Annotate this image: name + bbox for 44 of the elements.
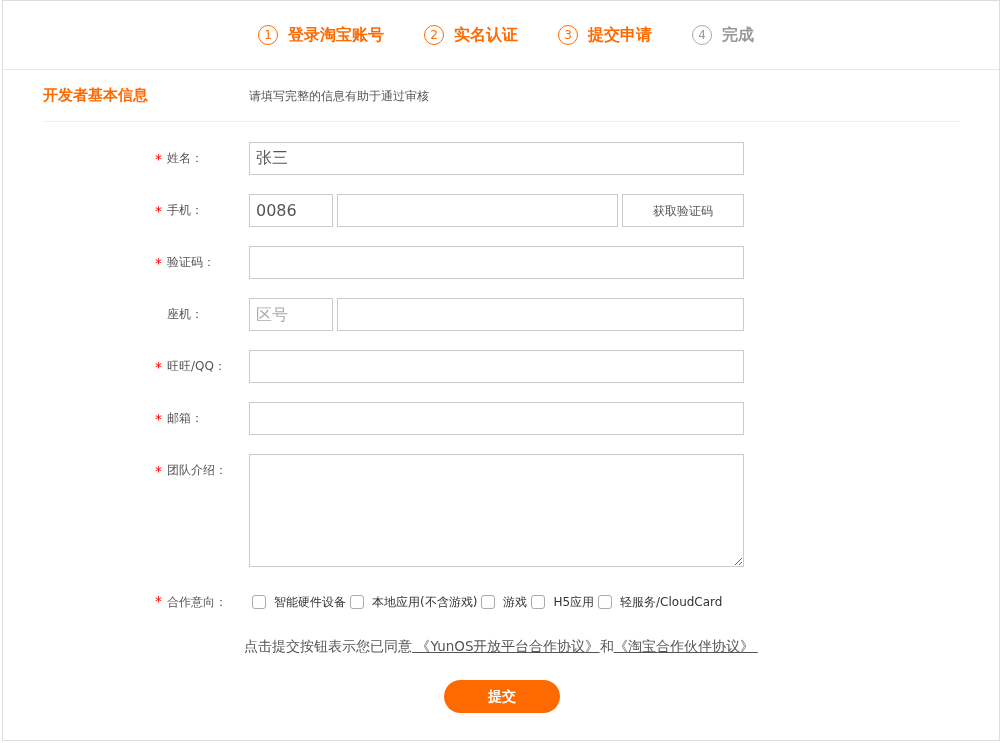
step-label: 提交申请 [588,24,652,46]
required-asterisk: * [155,202,163,221]
get-code-button[interactable]: 获取验证码 [622,194,744,227]
landline-field[interactable] [337,298,744,331]
agreement-link[interactable]: 《淘宝合作伙伴协议》 [613,638,758,654]
section-hint: 请填写完整的信息有助于通过审核 [249,87,429,105]
text-field[interactable]: 张三 [249,142,744,175]
field-label: 手机： [167,202,203,219]
text-field[interactable] [249,402,744,435]
checkbox[interactable] [350,594,364,609]
field-label: 姓名： [167,150,203,167]
field-label: 旺旺/QQ： [167,358,226,375]
text-field[interactable] [249,350,744,383]
checkbox[interactable] [252,594,266,609]
agreement-link[interactable]: 《YunOS开放平台合作协议》 [412,638,600,654]
field-label: 团队介绍： [167,462,227,479]
step-label: 完成 [722,24,754,46]
required-asterisk: * [155,150,163,169]
phone-field[interactable] [337,194,618,227]
step-label: 登录淘宝账号 [288,24,384,46]
checkbox-label[interactable]: 轻服务/CloudCard [620,592,723,611]
country-code-field[interactable]: 0086 [249,194,333,227]
required-asterisk: * [155,462,163,481]
field-label: 验证码： [167,254,215,271]
checkbox[interactable] [531,594,546,609]
field-label: 座机： [167,306,203,323]
required-asterisk: * [155,410,163,429]
area-code-field[interactable]: 区号 [249,298,333,331]
field-label: 邮箱： [167,410,203,427]
checkbox-label[interactable]: 智能硬件设备 [274,592,346,611]
field-label: 合作意向： [167,593,227,611]
section-title: 开发者基本信息 [43,85,149,107]
text-field[interactable] [249,246,744,279]
step-label: 实名认证 [454,24,518,46]
required-asterisk: * [155,254,163,273]
checkbox-label[interactable]: H5应用 [553,592,595,611]
required-asterisk: * [155,358,163,377]
required-asterisk: * [155,592,163,611]
checkbox-label[interactable]: 游戏 [503,592,528,611]
checkbox[interactable] [598,594,613,609]
checkbox-label[interactable]: 本地应用(不含游戏) [372,592,478,611]
team-intro-field[interactable] [249,454,744,567]
agreement-text: 点击提交按钮表示您已同意 《YunOS开放平台合作协议》和《淘宝合作伙伴协议》 [244,636,758,657]
checkbox[interactable] [481,594,496,609]
